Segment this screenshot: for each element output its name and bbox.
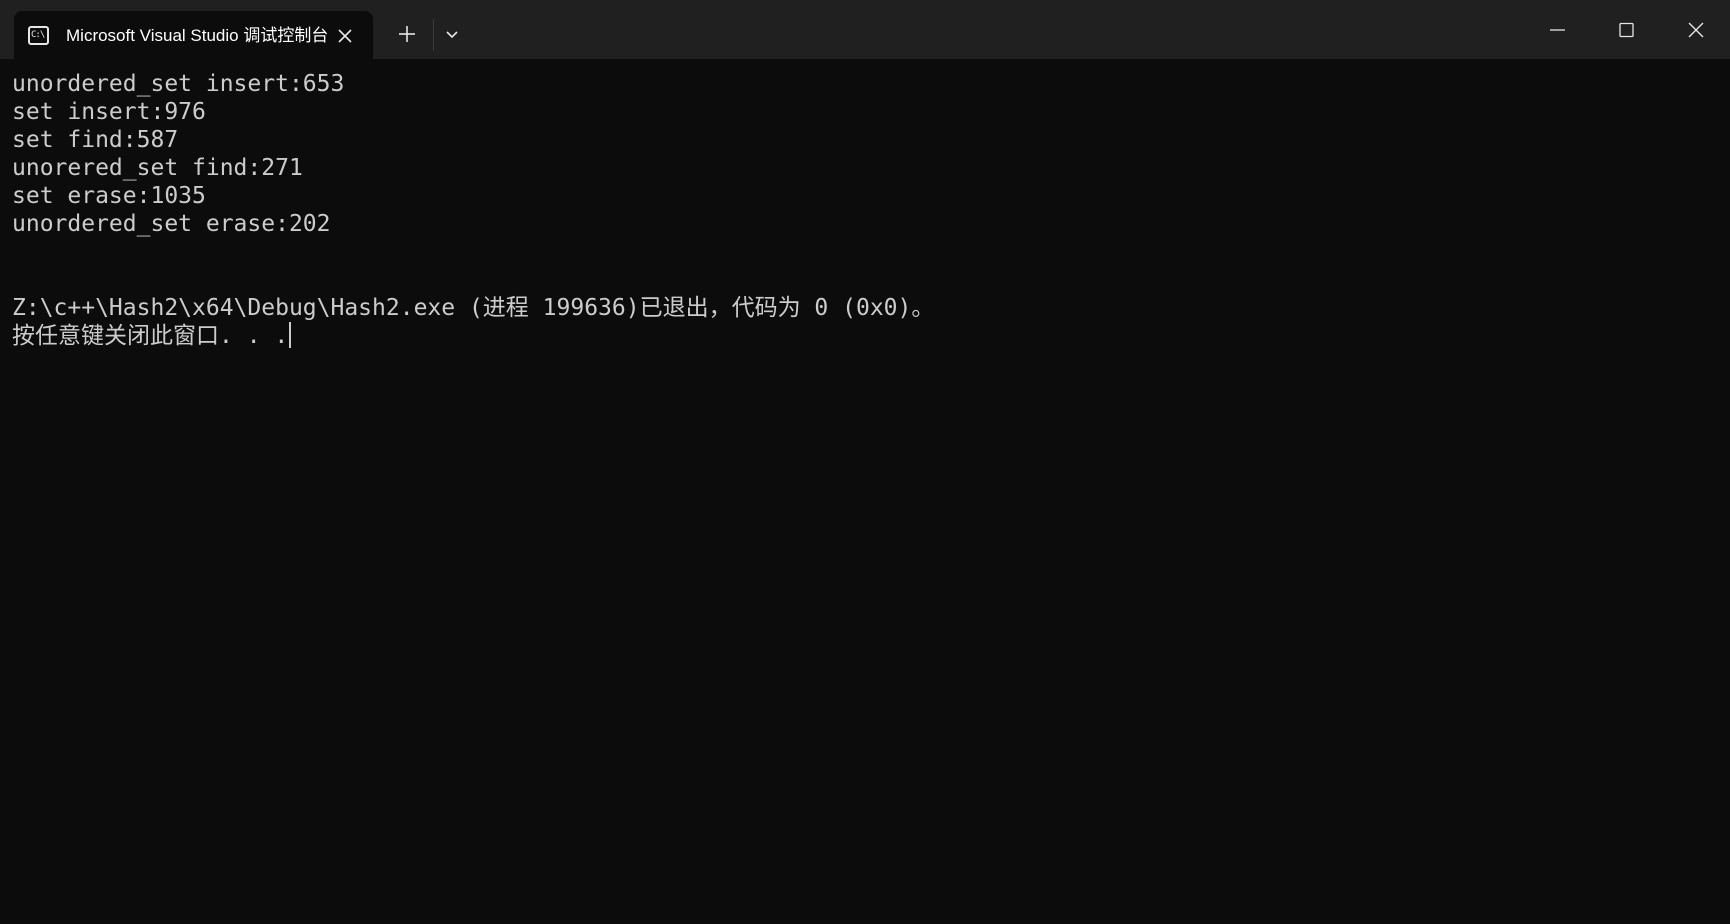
- tab-debug-console[interactable]: C:\ Microsoft Visual Studio 调试控制台: [14, 11, 373, 59]
- minimize-button[interactable]: [1523, 0, 1592, 59]
- console-icon-text: C:\: [31, 30, 45, 40]
- close-icon: [1688, 22, 1704, 38]
- console-line: unordered_set insert:653: [12, 71, 345, 97]
- window-close-button[interactable]: [1661, 0, 1730, 59]
- maximize-button[interactable]: [1592, 0, 1661, 59]
- console-output[interactable]: unordered_set insert:653 set insert:976 …: [0, 59, 1730, 924]
- console-line: set insert:976: [12, 99, 206, 125]
- console-line: set erase:1035: [12, 183, 206, 209]
- console-line: set find:587: [12, 127, 179, 153]
- terminal-window: C:\ Microsoft Visual Studio 调试控制台 unorde…: [0, 0, 1730, 924]
- chevron-down-icon: [446, 31, 458, 39]
- tab-divider: [433, 19, 434, 51]
- console-line: unorered_set find:271: [12, 155, 303, 181]
- plus-icon: [399, 26, 415, 42]
- console-line: unordered_set erase:202: [12, 211, 331, 237]
- profile-dropdown-button[interactable]: [438, 20, 466, 48]
- console-line-prompt: 按任意键关闭此窗口. . .: [12, 322, 292, 350]
- close-icon: [338, 29, 352, 43]
- tab-title: Microsoft Visual Studio 调试控制台: [66, 26, 328, 45]
- new-tab-button[interactable]: [393, 20, 421, 48]
- title-bar[interactable]: C:\ Microsoft Visual Studio 调试控制台: [0, 0, 1730, 59]
- console-line-exit-status: Z:\c++\Hash2\x64\Debug\Hash2.exe (进程 199…: [12, 295, 935, 321]
- minimize-icon: [1550, 29, 1565, 31]
- text-cursor: [289, 322, 292, 348]
- console-icon: C:\: [28, 26, 49, 45]
- tab-close-button[interactable]: [332, 23, 358, 49]
- maximize-icon: [1619, 22, 1634, 38]
- prompt-text: 按任意键关闭此窗口. . .: [12, 323, 289, 349]
